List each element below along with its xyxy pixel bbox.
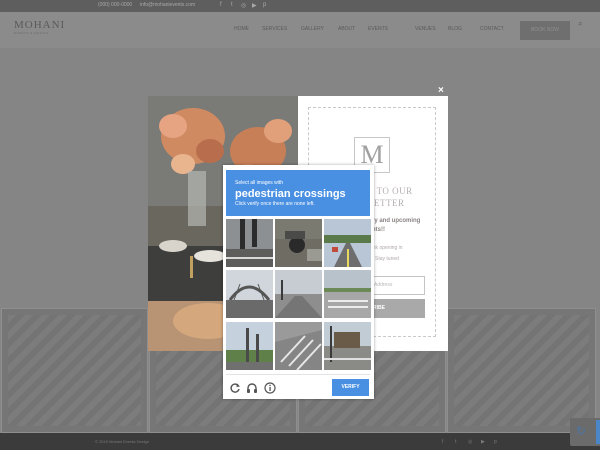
search-icon[interactable]: ⌕ (578, 19, 582, 29)
challenge-tile[interactable] (324, 219, 371, 267)
challenge-instruction: Select all images with (235, 180, 284, 186)
footer-copyright: © 2019 Mohani Events Design (95, 439, 150, 444)
topbar-email[interactable]: info@mohanievents.com (140, 2, 195, 8)
challenge-tile[interactable] (226, 322, 273, 370)
info-icon[interactable] (264, 381, 276, 394)
recaptcha-badge-tab (596, 420, 600, 444)
pinterest-icon[interactable]: p (263, 2, 266, 8)
nav-blog[interactable]: BLOG (448, 26, 462, 32)
youtube-icon[interactable]: ▶ (481, 439, 485, 445)
nav-home[interactable]: HOME (234, 26, 249, 32)
facebook-icon[interactable]: f (442, 439, 443, 445)
youtube-icon[interactable]: ▶ (252, 2, 257, 9)
site-logo[interactable]: MOHANI (14, 19, 65, 31)
recaptcha-logo-icon: ↻ (576, 424, 587, 438)
newsletter-subheading-line: nts!! (372, 227, 385, 233)
pinterest-icon[interactable]: p (494, 439, 497, 445)
challenge-note: Click verify once there are none left. (235, 201, 315, 207)
reload-icon[interactable] (229, 381, 241, 393)
headphones-icon[interactable] (246, 381, 258, 393)
challenge-tile[interactable] (275, 322, 322, 370)
nav-venues[interactable]: VENUES (415, 26, 436, 32)
challenge-tile[interactable] (324, 322, 371, 370)
newsletter-heading-line: E TO OUR (368, 186, 413, 196)
newsletter-description-line: Stay tuned (375, 256, 399, 262)
challenge-tile[interactable] (324, 270, 371, 318)
newsletter-heading: E TO OUR LETTER (368, 185, 413, 209)
challenge-tile[interactable] (226, 270, 273, 318)
challenge-tile[interactable] (275, 219, 322, 267)
newsletter-description: unk opening in Stay tuned (370, 243, 403, 265)
close-icon[interactable]: × (438, 85, 444, 96)
facebook-icon[interactable]: f (220, 2, 222, 8)
gallery-tile[interactable] (447, 308, 596, 433)
newsletter-subheading: ry and upcoming nts!! (372, 217, 420, 235)
nav-about[interactable]: ABOUT (338, 26, 355, 32)
top-bar (0, 0, 600, 12)
challenge-footer-divider (226, 374, 370, 375)
book-now-button[interactable]: BOOK NOW (520, 21, 570, 40)
nav-gallery[interactable]: GALLERY (301, 26, 324, 32)
topbar-phone[interactable]: (000) 000-0000 (98, 2, 132, 8)
challenge-tile[interactable] (226, 219, 273, 267)
newsletter-description-line: unk opening in (370, 245, 403, 251)
twitter-icon[interactable]: t (455, 439, 456, 445)
verify-button[interactable]: VERIFY (332, 379, 369, 396)
site-logo-tagline: EVENTS & DESIGN (14, 31, 49, 35)
newsletter-subheading-line: ry and upcoming (372, 218, 421, 224)
gallery-tile[interactable] (1, 308, 148, 433)
instagram-icon[interactable]: ◎ (241, 2, 246, 9)
nav-contact[interactable]: CONTACT (480, 26, 504, 32)
twitter-icon[interactable]: t (231, 2, 233, 8)
instagram-icon[interactable]: ◎ (468, 439, 472, 445)
site-footer (0, 433, 600, 450)
site-header (0, 12, 600, 48)
nav-services[interactable]: SERVICES (262, 26, 287, 32)
challenge-target: pedestrian crossings (235, 188, 346, 200)
challenge-tile[interactable] (275, 270, 322, 318)
newsletter-heading-line: LETTER (368, 198, 405, 208)
nav-events[interactable]: EVENTS (368, 26, 388, 32)
